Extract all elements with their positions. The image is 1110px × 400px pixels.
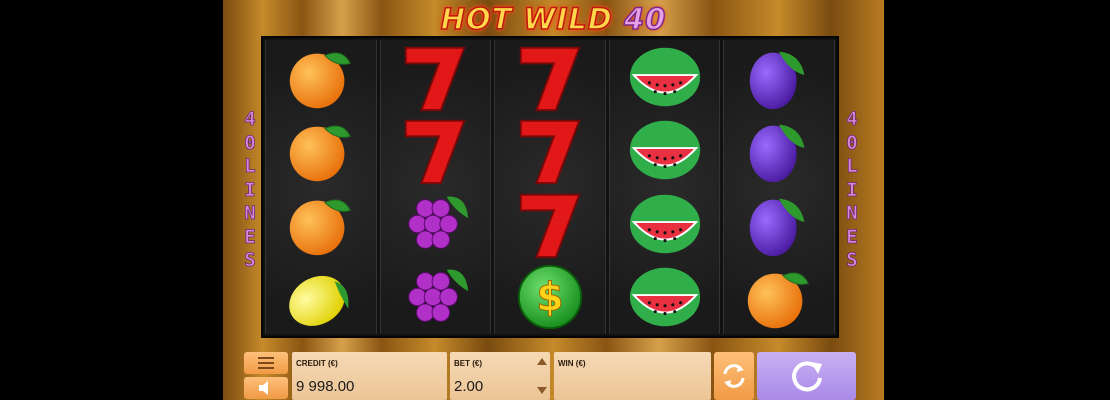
- orange-symbol-icon: [281, 188, 361, 260]
- watermelon-symbol-icon: [625, 261, 705, 333]
- watermelon-symbol-icon: [625, 41, 705, 113]
- grapes-symbol-icon: [395, 261, 475, 333]
- watermelon-symbol-icon: [625, 114, 705, 186]
- menu-icon: [258, 357, 274, 369]
- win-display: WIN (€): [554, 352, 711, 400]
- game-title: HOT WILD 40: [223, 1, 884, 37]
- sound-button[interactable]: [244, 377, 288, 399]
- plum-symbol-icon: [739, 188, 819, 260]
- orange-symbol-icon: [281, 114, 361, 186]
- game-title-number: 40: [623, 1, 667, 37]
- paylines-label-left: 40LINES: [244, 108, 256, 272]
- seven-symbol-icon: [510, 188, 590, 260]
- seven-symbol-icon: [510, 114, 590, 186]
- reel-4: [608, 40, 721, 334]
- bet-decrease-arrow-icon[interactable]: [537, 387, 547, 394]
- credit-value: 9 998.00: [296, 378, 355, 395]
- plum-symbol-icon: [739, 114, 819, 186]
- spin-icon: [791, 361, 822, 392]
- autoplay-icon: [723, 364, 745, 388]
- dollar-symbol-icon: $: [510, 261, 590, 333]
- seven-symbol-icon: [395, 114, 475, 186]
- reel-1: [265, 40, 377, 334]
- svg-text:$: $: [536, 276, 563, 321]
- menu-button[interactable]: [244, 352, 288, 374]
- game-stage: HOT WILD 40 40LINES 40LINES $: [223, 0, 884, 400]
- seven-symbol-icon: [510, 41, 590, 113]
- plum-symbol-icon: [739, 41, 819, 113]
- reels-grid: $: [261, 36, 839, 338]
- watermelon-symbol-icon: [625, 188, 705, 260]
- grapes-symbol-icon: [395, 188, 475, 260]
- spin-button[interactable]: [757, 352, 856, 400]
- bet-increase-arrow-icon[interactable]: [537, 358, 547, 365]
- reel-2: [379, 40, 492, 334]
- bet-selector[interactable]: BET (€) 2.00: [450, 352, 550, 400]
- bet-stepper: [537, 358, 547, 394]
- orange-symbol-icon: [739, 261, 819, 333]
- credit-label: CREDIT (€): [296, 359, 338, 368]
- game-title-main: HOT WILD: [440, 1, 613, 37]
- bet-value: 2.00: [454, 378, 484, 395]
- bet-label: BET (€): [454, 359, 482, 368]
- seven-symbol-icon: [395, 41, 475, 113]
- orange-symbol-icon: [281, 41, 361, 113]
- control-bar: CREDIT (€) 9 998.00 BET (€) 2.00 WIN (€): [244, 350, 856, 400]
- lemon-symbol-icon: [281, 261, 361, 333]
- reel-5: [723, 40, 835, 334]
- win-label: WIN (€): [558, 359, 586, 368]
- speaker-icon: [259, 381, 268, 395]
- credit-display: CREDIT (€) 9 998.00: [292, 352, 447, 400]
- paylines-label-right: 40LINES: [846, 108, 858, 272]
- autoplay-button[interactable]: [714, 352, 754, 400]
- reel-3: $: [494, 40, 606, 334]
